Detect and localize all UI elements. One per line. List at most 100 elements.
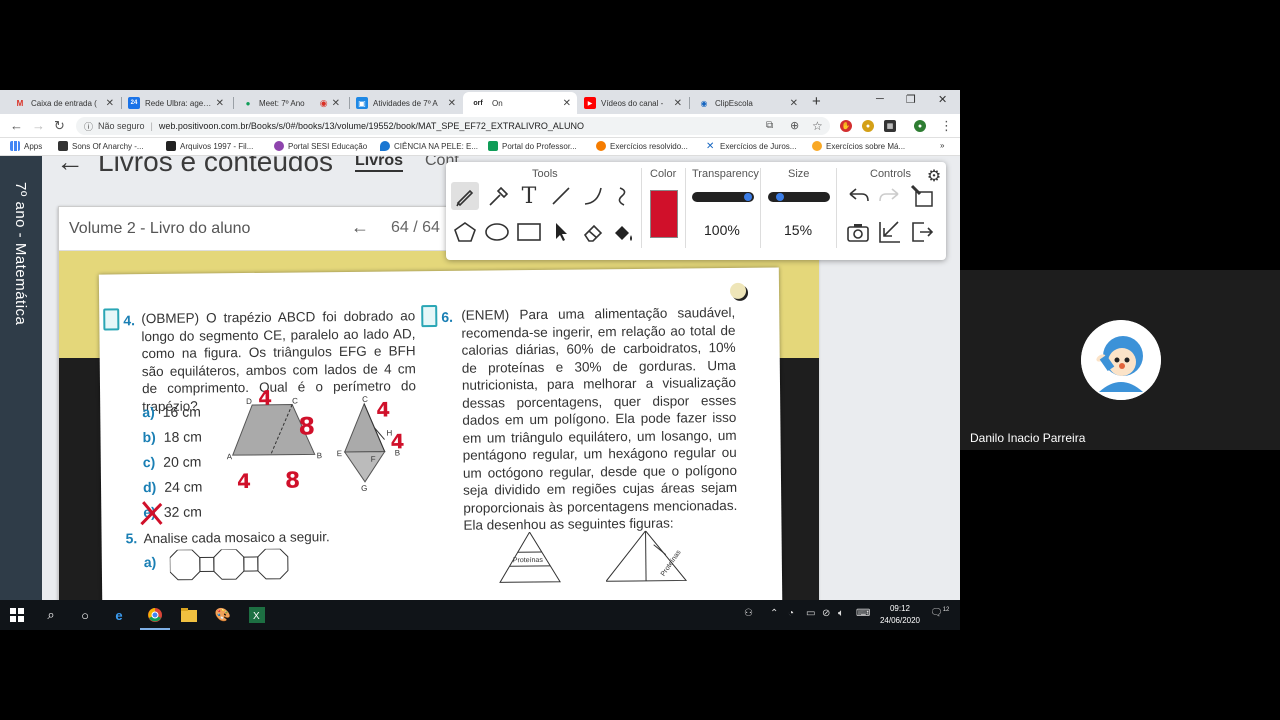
line-tool[interactable] <box>547 182 575 210</box>
exit-icon[interactable] <box>908 218 936 246</box>
tab-books[interactable]: Livros <box>355 156 404 172</box>
extension-abp-icon[interactable]: ✋ <box>840 120 852 132</box>
undo-icon[interactable] <box>844 182 872 210</box>
back-button[interactable]: ← <box>10 118 23 133</box>
paint-icon[interactable]: 🎨 <box>214 606 232 624</box>
forward-button[interactable]: → <box>32 118 45 133</box>
windows-start-icon[interactable] <box>8 606 26 624</box>
vpn-icon[interactable]: ⊘ <box>822 608 830 619</box>
participant-tile[interactable]: Danilo Inacio Parreira <box>960 270 1280 450</box>
clipescola-icon: ◉ <box>700 98 708 108</box>
collapse-icon[interactable] <box>876 218 904 246</box>
tab-gmail[interactable]: M Caixa de entrada ( ✕ <box>8 92 120 114</box>
keyboard-icon[interactable]: ⌨ <box>856 608 870 619</box>
back-arrow-icon[interactable]: ← <box>56 156 84 177</box>
tab-meet[interactable]: ● Meet: 7º Ano ◉ ✕ <box>236 92 346 114</box>
calendar-icon: 24 <box>128 97 140 109</box>
bookmark-favicon-icon <box>274 141 284 151</box>
option-c[interactable]: c) 20 cm <box>143 454 202 471</box>
volume-icon[interactable]: 🔈︎ <box>838 608 844 619</box>
option-b[interactable]: b) 18 cm <box>142 429 202 446</box>
close-window-button[interactable]: ✕ <box>938 93 947 106</box>
excel-icon[interactable]: X <box>248 606 266 624</box>
bookmarks-overflow-icon[interactable]: » <box>940 141 944 150</box>
cortana-icon[interactable]: ○ <box>76 606 94 624</box>
tab-ulbra[interactable]: 24 Rede Ulbra: agend ✕ <box>122 92 230 114</box>
vertex-c-label: C <box>362 395 368 404</box>
meet-icon: ● <box>245 98 251 108</box>
bookmark-item[interactable]: Exercícios sobre Má... <box>812 141 905 151</box>
bookmark-item[interactable]: ✕ Exercícios de Juros... <box>706 141 796 152</box>
transparency-slider-knob[interactable] <box>744 193 752 201</box>
profile-avatar[interactable]: ● <box>914 120 926 132</box>
bookmark-star-icon[interactable]: ☆ <box>812 119 823 133</box>
people-icon[interactable]: ⚇ <box>744 608 753 619</box>
restore-button[interactable]: ❐ <box>906 93 916 106</box>
bookmark-item[interactable]: CIÊNCIA NA PELE: E... <box>380 141 478 151</box>
tab-clipescola[interactable]: ◉ ClipEscola ✕ <box>692 92 804 114</box>
exercise-icon <box>421 305 438 328</box>
tab-atividades[interactable]: ▣ Atividades de 7º A ✕ <box>350 92 462 114</box>
bookmark-apps[interactable]: Apps <box>10 141 42 151</box>
tray-expand-icon[interactable]: ⌃ <box>770 608 778 619</box>
rectangle-tool[interactable] <box>515 218 543 246</box>
chrome-icon[interactable] <box>140 606 170 630</box>
bookmark-item[interactable]: Exercícios resolvido... <box>596 141 688 151</box>
security-label: Não seguro <box>98 121 145 131</box>
pencil-tool[interactable] <box>451 182 479 210</box>
eraser-tool[interactable] <box>579 218 607 246</box>
size-value: 15% <box>784 222 813 238</box>
color-swatch[interactable] <box>650 190 678 238</box>
edge-icon[interactable]: e <box>110 606 128 624</box>
bookmark-item[interactable]: Portal SESI Educação <box>274 141 367 151</box>
extension-cookie-icon[interactable]: ● <box>862 120 874 132</box>
notifications-icon[interactable]: 🗨︎12 <box>930 607 949 618</box>
bookmark-item[interactable]: Sons Of Anarchy -... <box>58 141 144 151</box>
text-tool[interactable]: T <box>515 182 543 210</box>
close-tab-icon[interactable]: ✕ <box>790 98 798 109</box>
taskbar-clock[interactable]: 09:12 24/06/2020 <box>872 603 928 627</box>
zoom-icon[interactable]: ⊕ <box>790 119 799 132</box>
ellipse-tool[interactable] <box>483 218 511 246</box>
omnibox[interactable]: ⓘ Não seguro | web.positivoon.com.br/Boo… <box>76 117 830 135</box>
close-tab-icon[interactable]: ✕ <box>106 98 114 109</box>
transparency-slider[interactable] <box>692 192 754 202</box>
close-tab-icon[interactable]: ✕ <box>448 98 456 109</box>
file-explorer-icon[interactable] <box>180 606 198 624</box>
reload-button[interactable]: ↻ <box>54 118 65 134</box>
option-a[interactable]: a) 16 cm <box>142 404 201 421</box>
extension-grid-icon[interactable]: ▦ <box>884 120 896 132</box>
fill-bucket-tool[interactable] <box>609 218 637 246</box>
battery-icon[interactable]: ▭ <box>806 608 815 619</box>
bookmark-item[interactable]: Arquivos 1997 - Fil... <box>166 141 253 151</box>
translate-icon[interactable]: ⧉ <box>766 120 773 131</box>
new-tab-button[interactable]: + <box>812 93 821 110</box>
bookmark-item[interactable]: Portal do Professor... <box>488 141 577 151</box>
url-text[interactable]: web.positivoon.com.br/Books/s/0#/books/1… <box>159 121 584 131</box>
freeform-tool[interactable] <box>609 182 637 210</box>
option-d[interactable]: d) 24 cm <box>143 478 203 495</box>
info-icon[interactable]: ⓘ <box>84 120 93 133</box>
tab-positivoon[interactable]: orf On ✕ <box>463 92 577 114</box>
screenshot-camera-icon[interactable] <box>844 218 872 246</box>
size-slider-knob[interactable] <box>776 193 784 201</box>
curve-tool[interactable] <box>579 182 607 210</box>
search-icon[interactable]: ⌕ <box>42 606 60 624</box>
close-tab-icon[interactable]: ✕ <box>216 98 224 109</box>
clear-brush-icon[interactable] <box>908 182 936 210</box>
close-tab-icon[interactable]: ✕ <box>674 98 682 109</box>
size-slider[interactable] <box>768 192 830 202</box>
close-tab-icon[interactable]: ✕ <box>332 98 340 109</box>
question-4-number: 4. <box>123 312 136 329</box>
redo-icon[interactable] <box>876 182 904 210</box>
minimize-button[interactable]: ─ <box>876 93 884 105</box>
cursor-tool[interactable] <box>547 218 575 246</box>
close-tab-icon[interactable]: ✕ <box>563 98 571 109</box>
tab-youtube[interactable]: ▶ Vídeos do canal - ✕ <box>578 92 688 114</box>
menu-icon[interactable]: ⋮ <box>940 118 953 134</box>
network-icon[interactable]: ◔ <box>788 608 794 619</box>
prev-page-button[interactable]: ← <box>351 217 369 238</box>
polygon-tool[interactable] <box>451 218 479 246</box>
eyedropper-tool[interactable] <box>483 182 511 210</box>
handwritten-x-mark <box>140 501 163 526</box>
